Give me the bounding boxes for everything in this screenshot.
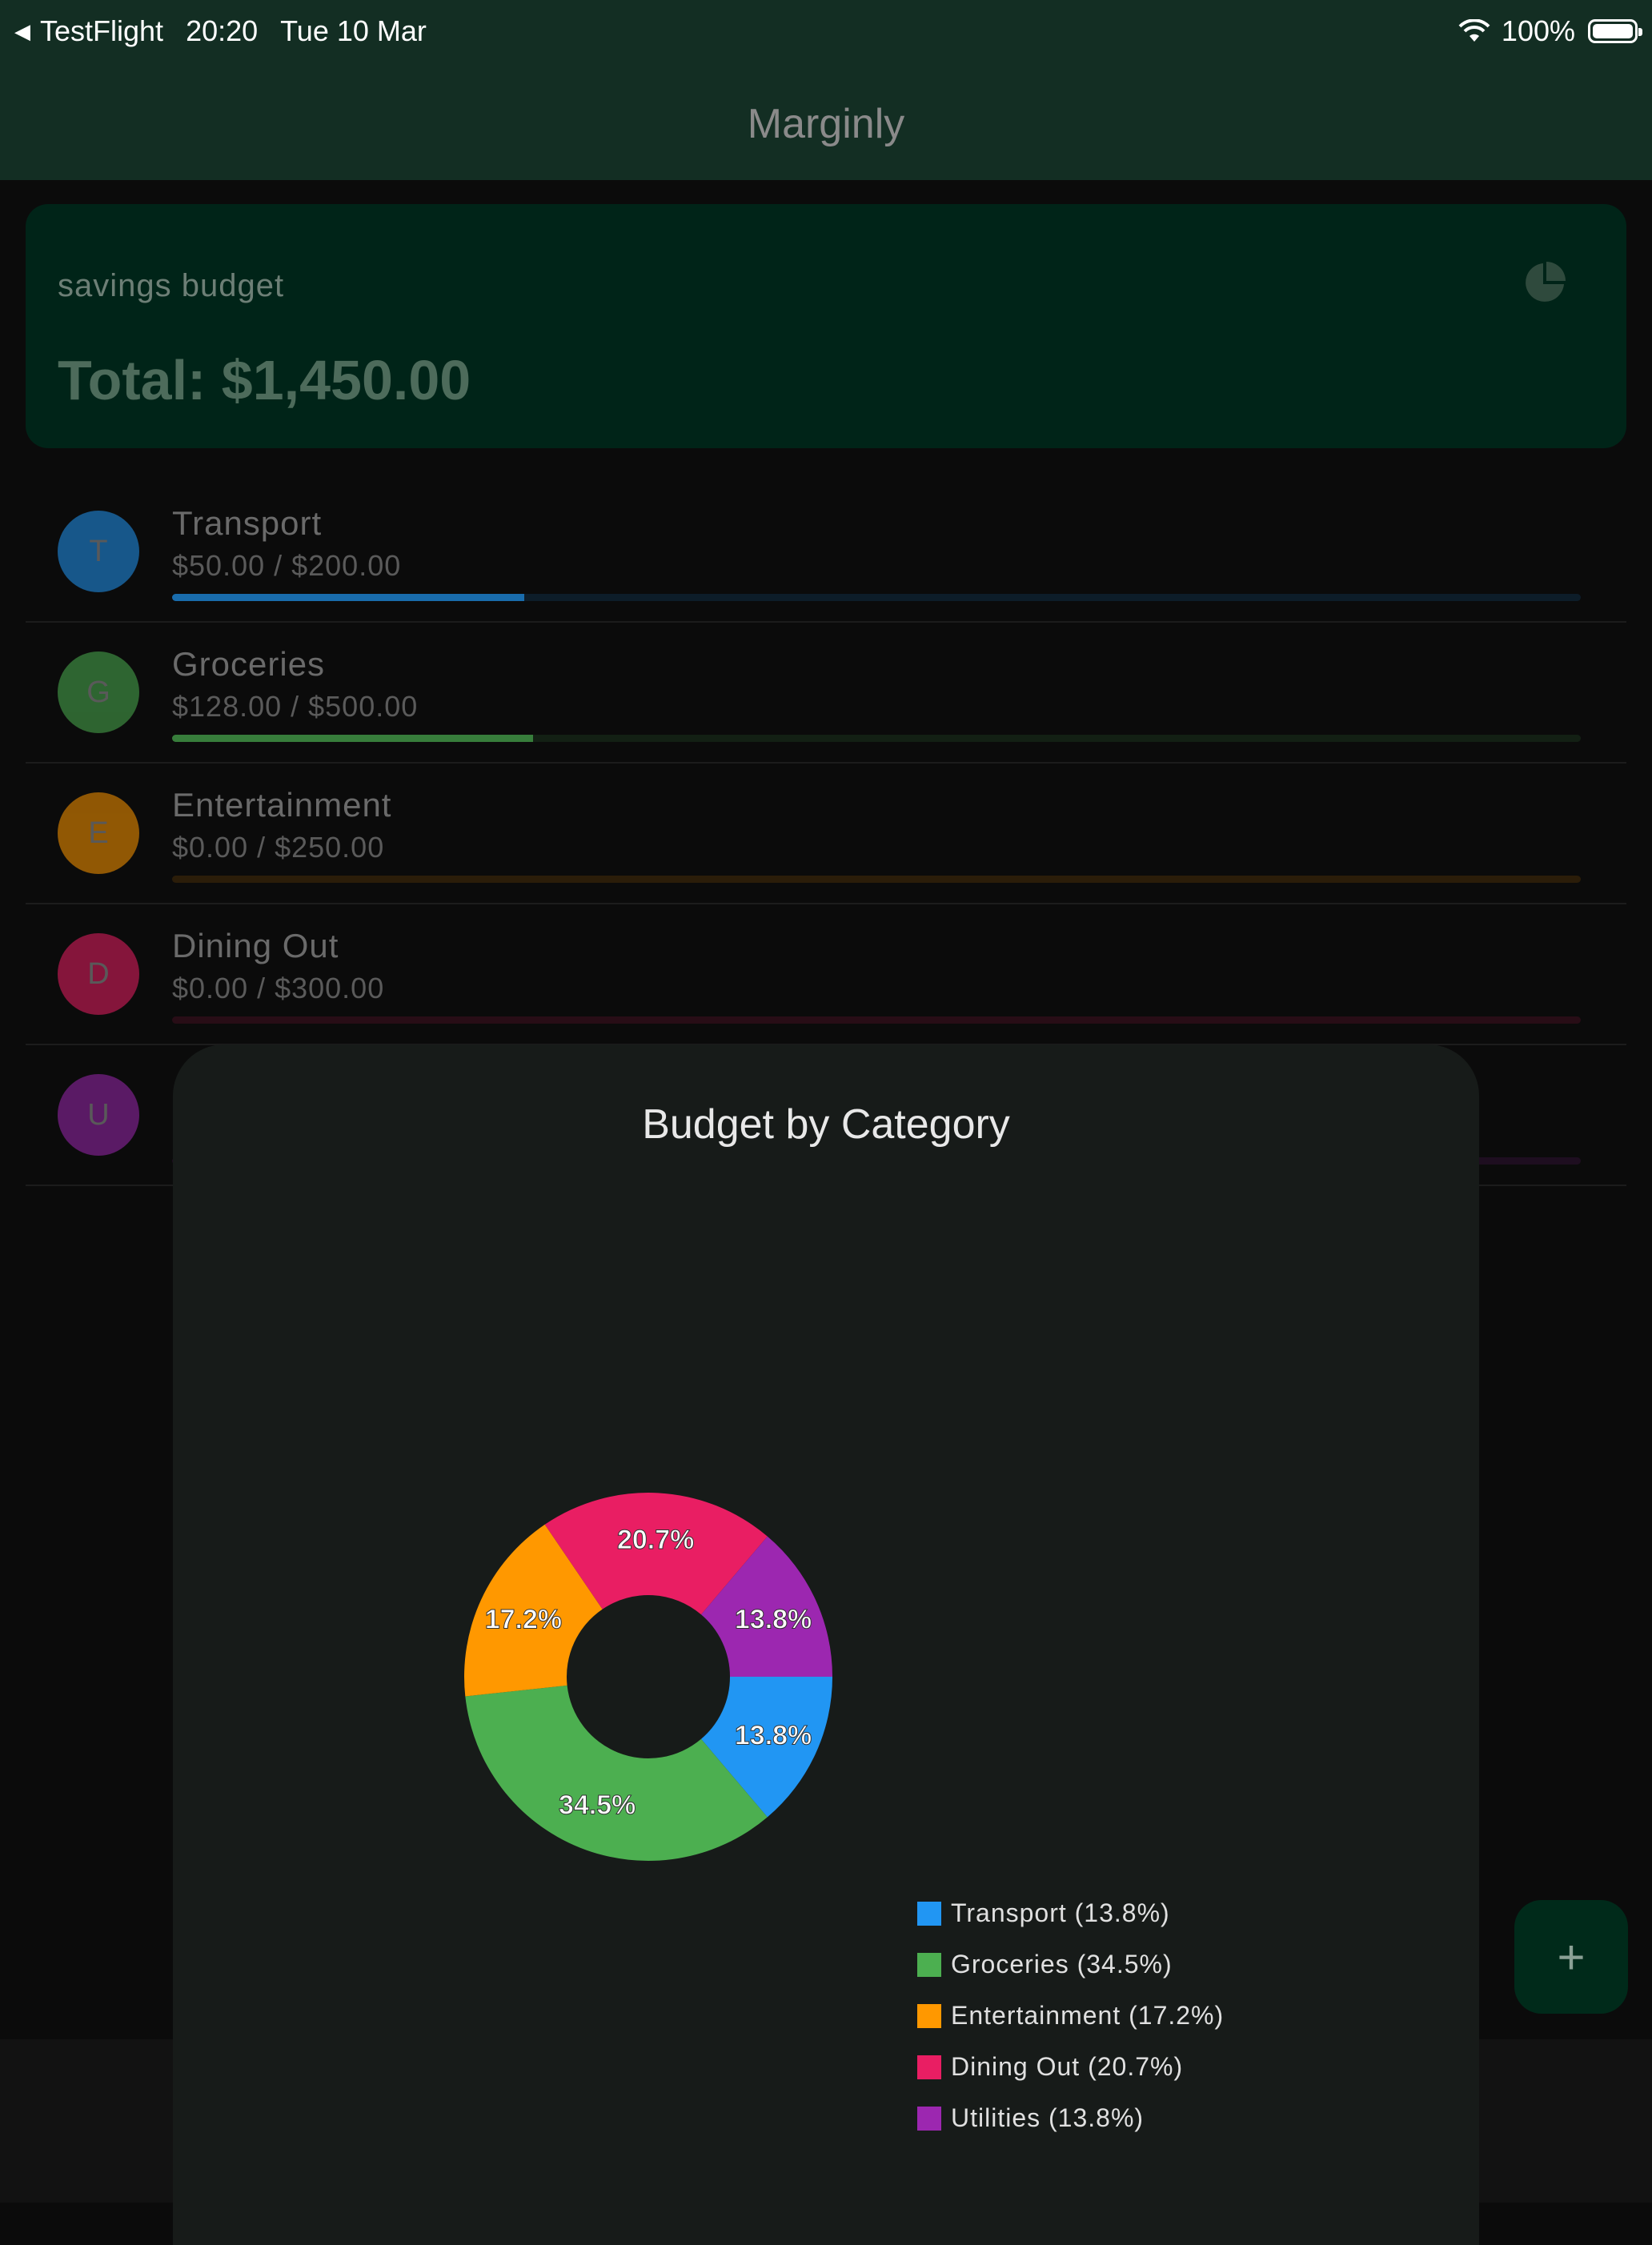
legend-swatch [917,2003,941,2028]
legend-label: Transport (13.8%) [951,1898,1170,1927]
budget-name: savings budget [58,268,285,303]
add-category-button[interactable]: + [1514,1900,1628,2014]
status-time: 20:20 [186,14,259,47]
legend-item: Transport (13.8%) [917,1898,1170,1928]
category-avatar: U [58,1074,139,1156]
legend-swatch [917,2106,941,2131]
chart-title: Budget by Category [642,1101,1010,1148]
legend-label: Dining Out (20.7%) [951,2052,1184,2081]
category-name: Entertainment [172,786,392,824]
category-amount: $50.00 / $200.00 [172,549,402,582]
legend-item: Utilities (13.8%) [917,2103,1144,2133]
category-progress-bar [172,735,1581,742]
progress-fill [172,735,533,742]
status-bar: ◀ TestFlight 20:20 Tue 10 Mar 100% [0,0,1652,64]
category-amount: $128.00 / $500.00 [172,690,419,723]
legend-item: Dining Out (20.7%) [917,2052,1183,2082]
category-amount: $0.00 / $300.00 [172,972,385,1004]
category-progress-bar [172,876,1581,883]
budget-summary-card: savings budget Total: $1,450.00 [26,204,1626,448]
category-row[interactable]: E Entertainment $0.00 / $250.00 [26,762,1626,904]
app-title: Marginly [747,101,905,147]
category-avatar: T [58,511,139,592]
pie-chart-icon[interactable] [1522,260,1567,305]
category-amount: $0.00 / $250.00 [172,831,385,864]
chart-bottom-sheet: Budget by Category [173,1044,1479,2245]
wifi-icon [1458,19,1490,42]
status-left: ◀ TestFlight 20:20 Tue 10 Mar [14,14,427,48]
legend-label: Utilities (13.8%) [951,2103,1145,2132]
plus-icon: + [1557,1930,1586,1984]
category-row[interactable]: D Dining Out $0.00 / $300.00 [26,903,1626,1045]
category-name: Transport [172,504,323,542]
category-avatar: E [58,792,139,874]
battery-icon [1588,19,1642,43]
legend-swatch [917,2055,941,2079]
status-right: 100% [1458,14,1642,48]
legend-swatch [917,1901,941,1926]
legend-label: Entertainment (17.2%) [951,2001,1225,2030]
category-avatar: G [58,651,139,733]
legend-swatch [917,1952,941,1977]
progress-fill [172,594,524,601]
legend-item: Entertainment (17.2%) [917,2001,1224,2031]
category-name: Groceries [172,645,326,683]
battery-percent: 100% [1501,14,1575,47]
back-arrow-icon[interactable]: ◀ [14,19,30,44]
status-date: Tue 10 Mar [280,14,427,47]
category-row[interactable]: G Groceries $128.00 / $500.00 [26,621,1626,764]
category-name: Dining Out [172,927,339,964]
back-app-label[interactable]: TestFlight [40,14,163,48]
category-progress-bar [172,1016,1581,1024]
category-progress-bar [172,594,1581,601]
legend-label: Groceries (34.5%) [951,1950,1173,1978]
app-bar: Marginly [0,64,1652,180]
category-avatar: D [58,933,139,1015]
budget-total: Total: $1,450.00 [58,349,471,411]
legend-item: Groceries (34.5%) [917,1950,1173,1979]
category-row[interactable]: T Transport $50.00 / $200.00 [26,480,1626,623]
